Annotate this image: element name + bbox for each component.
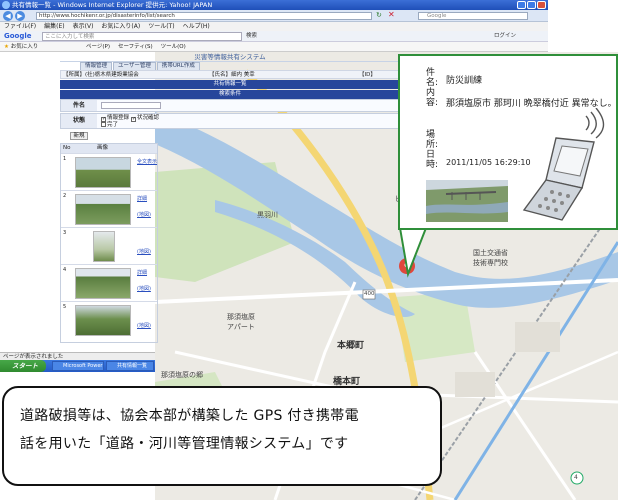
subject-value: 防災訓練 <box>446 76 483 86</box>
row-number: 3 <box>63 230 67 236</box>
table-row[interactable]: 3 (地図) <box>61 227 157 264</box>
list-title-band: 共有情報一覧 <box>60 80 400 89</box>
status-checkbox-checking[interactable]: ✓状況確認 <box>131 115 159 122</box>
row-map-link[interactable]: (地図) <box>137 248 151 255</box>
column-header-image: 画像 <box>97 145 109 151</box>
menu-item-help[interactable]: ヘルプ(H) <box>183 22 210 31</box>
favorites-label: お気に入り <box>10 44 39 50</box>
row-thumbnail[interactable] <box>75 194 131 225</box>
refresh-icon[interactable]: ↻ <box>376 11 382 19</box>
location-label: 場所: <box>426 130 439 150</box>
search-condition-band: 検索条件 <box>60 90 400 99</box>
page-menu[interactable]: ページ(P) <box>86 42 110 52</box>
start-button[interactable]: スタート <box>0 360 46 372</box>
status-option-label: 情報登録 <box>107 115 130 121</box>
maximize-button[interactable] <box>527 1 536 9</box>
map-label-shield: 4 <box>574 474 578 481</box>
forward-arrow-icon[interactable]: ▶ <box>15 11 25 21</box>
row-link[interactable]: 詳細 <box>137 269 147 276</box>
url-input[interactable]: http://www.hochikenr.or.jp/disasterinfo/… <box>36 12 372 20</box>
status-checkbox-complete[interactable]: 完了 <box>101 122 118 128</box>
table-row[interactable]: 2 詳細 (地図) <box>61 190 157 227</box>
window-titlebar[interactable]: 共有情報一覧 - Windows Internet Explorer 提供元: … <box>0 0 548 10</box>
row-thumbnail[interactable] <box>93 231 115 262</box>
row-thumbnail[interactable] <box>75 305 131 336</box>
status-label: 状態 <box>61 114 97 128</box>
status-option-label: 完了 <box>107 122 119 128</box>
user-info-bar: 【所属】(社)栃木県建設業協会 【氏名】細内 美幸 【ID】hosouchi <box>60 70 400 86</box>
mobile-phone-icon <box>522 108 605 221</box>
row-map-link[interactable]: (地図) <box>137 211 151 218</box>
status-option-label: 状況確認 <box>137 115 160 121</box>
search-status-row: 状態 ✓情報登録 ✓状況確認 完了 <box>60 113 400 129</box>
menu-item-edit[interactable]: 編集(E) <box>44 22 64 31</box>
table-row[interactable]: 4 詳細 (地図) <box>61 264 157 301</box>
google-login-link[interactable]: ログイン <box>494 32 516 41</box>
window-title: 共有情報一覧 - Windows Internet Explorer 提供元: … <box>12 1 213 9</box>
report-popup: 件名: 防災訓練 内容: 那須塩原市 那珂川 晩翠橋付近 異常なし。 場所: 日… <box>398 54 618 230</box>
subject-label: 件名: <box>426 68 439 88</box>
taskbar-item-powerpoint[interactable]: Microsoft PowerPoint... <box>52 361 104 371</box>
google-search-input[interactable]: ここに入力して検索 <box>42 32 242 41</box>
menu-item-favorites[interactable]: お気に入り(A) <box>101 22 140 31</box>
checkbox-empty-icon <box>101 122 106 127</box>
new-button[interactable]: 新規 <box>70 132 88 140</box>
system-title: 災害等情報共有システム <box>60 52 400 62</box>
menu-item-file[interactable]: ファイル(F) <box>4 22 36 31</box>
search-name-row: 件名 <box>60 99 400 112</box>
google-search-button[interactable]: 検索 <box>244 32 259 41</box>
content-label: 内容: <box>426 88 439 108</box>
close-button[interactable] <box>537 1 546 9</box>
info-list-table: No 画像 1 全文表示 2 詳細 (地図) 3 (地図) 4 詳細 (地図) … <box>60 143 158 343</box>
favorites-button[interactable]: ★ お気に入り <box>4 42 38 52</box>
address-bar: ◀ ▶ http://www.hochikenr.or.jp/disasteri… <box>0 10 548 22</box>
table-row[interactable]: 1 全文表示 <box>61 153 157 190</box>
minimize-button[interactable] <box>517 1 526 9</box>
checkbox-checked-icon: ✓ <box>131 116 137 122</box>
column-header-no: No <box>63 145 71 151</box>
datetime-label: 日時: <box>426 150 439 170</box>
taskbar-item-browser[interactable]: 共有情報一覧 <box>106 361 154 371</box>
windows-taskbar: スタート Microsoft PowerPoint... 共有情報一覧 <box>0 360 155 372</box>
name-label: 件名 <box>61 100 97 111</box>
stop-icon[interactable]: ✕ <box>388 10 395 19</box>
row-number: 5 <box>63 304 67 310</box>
caption-line-1: 道路破損等は、協会本部が構築した GPS 付き携帯電 <box>20 408 359 424</box>
menu-item-tools[interactable]: ツール(T) <box>148 22 174 31</box>
status-checkbox-registered[interactable]: ✓情報登録 <box>101 115 129 122</box>
callout-tail <box>398 228 428 278</box>
safety-menu[interactable]: セーフティ(S) <box>118 42 153 52</box>
browser-search-input[interactable]: Google <box>418 12 528 20</box>
menu-bar: ファイル(F) 編集(E) 表示(V) お気に入り(A) ツール(T) ヘルプ(… <box>0 22 548 31</box>
row-link[interactable]: 全文表示 <box>137 158 157 165</box>
row-link[interactable]: 詳細 <box>137 195 147 202</box>
menu-item-view[interactable]: 表示(V) <box>73 22 94 31</box>
map-block <box>455 372 495 397</box>
row-thumbnail[interactable] <box>75 268 131 299</box>
caption-box: 道路破損等は、協会本部が構築した GPS 付き携帯電 話を用いた「道路・河川等管… <box>2 386 442 486</box>
browser-status-bar: ページが表示されました <box>0 352 155 360</box>
row-number: 4 <box>63 267 67 273</box>
row-map-link[interactable]: (地図) <box>137 322 151 329</box>
back-arrow-icon[interactable]: ◀ <box>3 11 13 21</box>
report-photo[interactable] <box>426 180 508 222</box>
table-row[interactable]: 5 (地図) <box>61 301 157 338</box>
table-header: No 画像 <box>61 144 157 153</box>
google-logo: Google <box>4 32 32 40</box>
ie-icon <box>2 1 10 9</box>
caption-line-2: 話を用いた「道路・河川等管理情報システム」です <box>20 436 349 452</box>
star-icon: ★ <box>4 44 9 50</box>
row-thumbnail[interactable] <box>75 157 131 188</box>
tools-menu[interactable]: ツール(O) <box>161 42 186 52</box>
row-number: 1 <box>63 156 67 162</box>
google-toolbar: Google ここに入力して検索 検索 ログイン <box>0 31 548 42</box>
favorites-bar: ★ お気に入り ページ(P) セーフティ(S) ツール(O) <box>0 42 548 52</box>
user-org: 【所属】(社)栃木県建設業協会 <box>63 72 139 78</box>
user-name: 【氏名】細内 美幸 <box>209 72 255 78</box>
name-input[interactable] <box>101 102 161 109</box>
row-map-link[interactable]: (地図) <box>137 285 151 292</box>
row-number: 2 <box>63 193 67 199</box>
